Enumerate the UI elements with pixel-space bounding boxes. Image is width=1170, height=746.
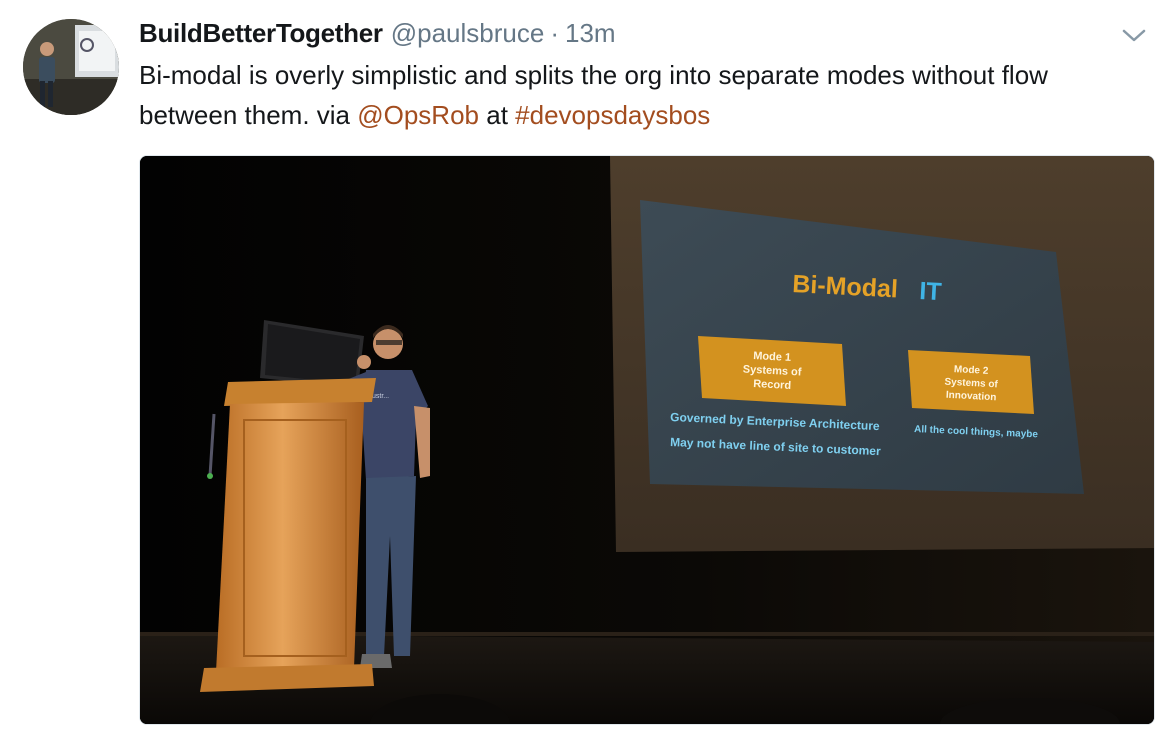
tweet-timestamp[interactable]: 13m <box>565 18 616 49</box>
mode1-line3: Record <box>753 378 791 392</box>
chevron-down-icon <box>1122 29 1146 42</box>
slide-title: Bi-Modal <box>792 270 899 303</box>
tweet-text: Bi-modal is overly simplistic and splits… <box>139 55 1149 135</box>
separator-dot: · <box>550 18 559 48</box>
tweet-menu-button[interactable] <box>1120 24 1148 46</box>
mention-link[interactable]: @OpsRob <box>357 100 479 130</box>
mode1-line1: Mode 1 <box>753 350 791 364</box>
tweet-header: BuildBetterTogether @paulsbruce · 13m <box>139 18 616 52</box>
mode2-line1: Mode 2 <box>954 364 989 377</box>
tweet-text-connector: at <box>479 100 516 130</box>
shirt-text: ustr... <box>372 393 389 400</box>
avatar-image <box>23 19 119 115</box>
hashtag-link[interactable]: #devopsdaysbos <box>515 100 710 130</box>
display-name[interactable]: BuildBetterTogether <box>139 18 383 49</box>
photo-canvas: Bi-Modal IT Mode 1 Systems of Record Mod… <box>140 156 1154 724</box>
slide-title-accent: IT <box>919 277 943 306</box>
avatar[interactable] <box>23 19 119 115</box>
tweet-photo[interactable]: Bi-Modal IT Mode 1 Systems of Record Mod… <box>139 155 1155 725</box>
user-handle[interactable]: @paulsbruce <box>391 18 545 49</box>
